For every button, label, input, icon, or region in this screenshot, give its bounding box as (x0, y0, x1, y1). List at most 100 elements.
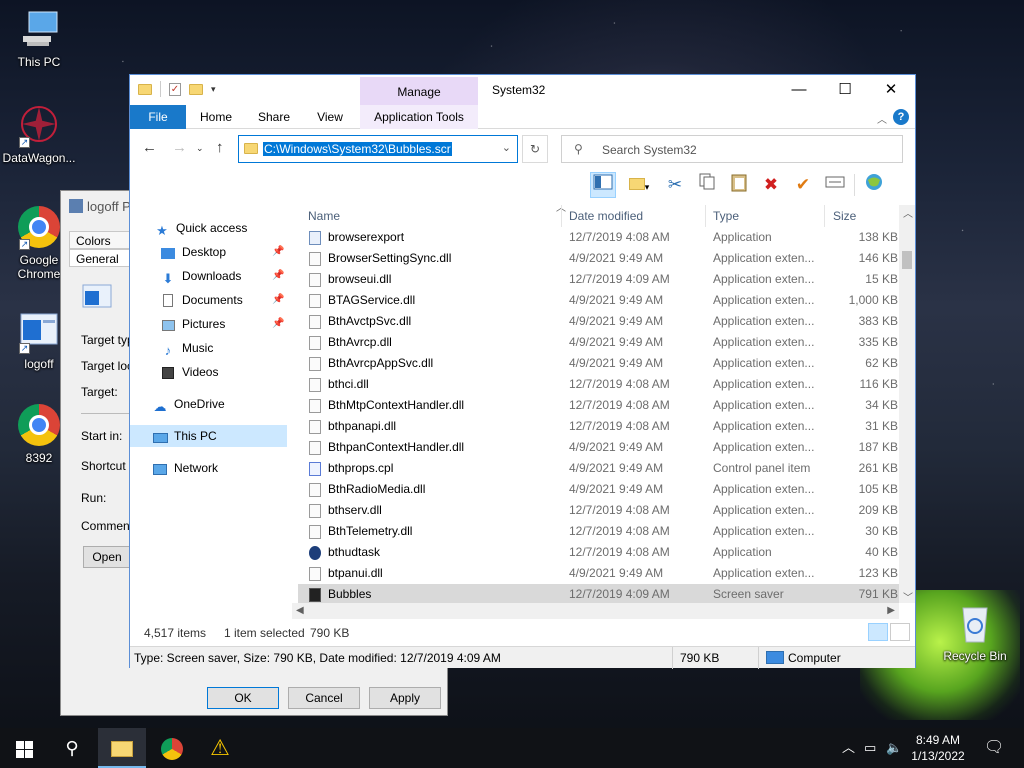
open-file-location-button[interactable]: Open (83, 546, 131, 568)
file-row[interactable]: BthRadioMedia.dll 4/9/2021 9:49 AM Applica… (298, 479, 899, 500)
back-arrow-icon[interactable]: ← (142, 139, 157, 156)
large-icons-view-icon[interactable] (890, 623, 910, 641)
nav-onedrive[interactable]: ☁ OneDrive (130, 393, 287, 415)
notifications-icon[interactable]: 🗨 (984, 728, 1004, 768)
scrollbar-thumb[interactable] (902, 251, 912, 269)
scroll-up-icon[interactable]: ︿ (903, 205, 913, 220)
warning-icon[interactable]: ⚠ (196, 728, 244, 768)
file-row[interactable]: bthci.dll 12/7/2019 4:08 AM Application ex… (298, 374, 899, 395)
tab-application-tools[interactable]: Application Tools (360, 105, 478, 129)
help-icon[interactable]: ? (893, 109, 909, 125)
qat-dropdown-icon[interactable]: ▾ (211, 84, 216, 95)
up-arrow-icon[interactable]: ↑ (216, 139, 224, 156)
file-row[interactable]: bthserv.dll 12/7/2019 4:08 AM Application … (298, 500, 899, 521)
search-box[interactable]: ⚲ Search System32 (561, 135, 903, 163)
desktop-icon-this-pc[interactable]: This PC (0, 8, 78, 69)
file-row[interactable]: bthudtask 12/7/2019 4:08 AM Application 40 … (298, 542, 899, 563)
apply-button[interactable]: Apply (369, 687, 441, 709)
pin-icon[interactable]: 📌 (272, 241, 284, 263)
recent-locations-icon[interactable]: ⌄ (196, 143, 204, 154)
scroll-left-icon[interactable]: ◀ (296, 605, 304, 616)
scroll-down-icon[interactable]: ﹀ (903, 589, 913, 604)
preview-pane-icon[interactable] (590, 172, 616, 198)
address-bar[interactable]: C:\Windows\System32\Bubbles.scr ⌄ (238, 135, 518, 163)
details-view-icon[interactable] (868, 623, 888, 641)
nav-this-pc[interactable]: This PC (130, 425, 287, 447)
paste-icon[interactable] (726, 172, 752, 198)
column-divider[interactable] (705, 205, 706, 227)
network-tray-icon[interactable]: ▭ (864, 728, 876, 768)
start-button[interactable] (0, 728, 48, 768)
chrome-taskbar-icon[interactable] (148, 728, 196, 768)
file-row[interactable]: bthprops.cpl 4/9/2021 9:49 AM Control pane… (298, 458, 899, 479)
nav-music[interactable]: ♪ Music (130, 337, 287, 359)
file-row[interactable]: BTAGService.dll 4/9/2021 9:49 AM Applicati… (298, 290, 899, 311)
file-row[interactable]: browseui.dll 12/7/2019 4:09 AM Application… (298, 269, 899, 290)
column-divider[interactable] (561, 205, 562, 227)
horizontal-scrollbar[interactable]: ◀ ▶ (292, 603, 899, 619)
forward-arrow-icon[interactable]: → (172, 139, 187, 156)
pin-icon[interactable]: 📌 (272, 313, 284, 335)
column-header-type[interactable]: Type (713, 205, 739, 227)
rename-check-icon[interactable]: ✔ (790, 172, 816, 198)
system-clock[interactable]: 8:49 AM 1/13/2022 (906, 732, 970, 764)
properties-check-icon[interactable]: ✓ (169, 82, 181, 96)
nav-documents[interactable]: Documents 📌 (130, 289, 287, 311)
file-row[interactable]: BthMtpContextHandler.dll 12/7/2019 4:08 A… (298, 395, 899, 416)
file-row[interactable]: BthAvrcp.dll 4/9/2021 9:49 AM Application … (298, 332, 899, 353)
nav-videos[interactable]: Videos (130, 361, 287, 383)
address-dropdown-icon[interactable]: ⌄ (502, 141, 511, 154)
desktop-icon-recycle-bin[interactable]: Recycle Bin (936, 602, 1014, 663)
maximize-icon[interactable]: ☐ (822, 75, 868, 105)
nav-desktop[interactable]: Desktop 📌 (130, 241, 287, 263)
tab-share[interactable]: Share (248, 105, 300, 129)
new-folder-icon[interactable]: ▾ (622, 172, 656, 198)
file-name: bthpanapi.dll (328, 419, 397, 433)
file-date: 4/9/2021 9:49 AM (569, 440, 664, 454)
file-row[interactable]: btpanui.dll 4/9/2021 9:49 AM Application e… (298, 563, 899, 584)
column-header-size[interactable]: Size (833, 205, 856, 227)
file-row[interactable]: BthpanContextHandler.dll 4/9/2021 9:49 AM… (298, 437, 899, 458)
minimize-icon[interactable]: — (776, 75, 822, 105)
nav-quick-access[interactable]: ★ Quick access (130, 217, 287, 239)
copy-icon[interactable] (694, 172, 720, 198)
nav-downloads[interactable]: ⬇ Downloads 📌 (130, 265, 287, 287)
pin-icon[interactable]: 📌 (272, 265, 284, 287)
tab-view[interactable]: View (306, 105, 354, 129)
scroll-right-icon[interactable]: ▶ (887, 605, 895, 616)
file-row[interactable]: BthTelemetry.dll 12/7/2019 4:08 AM Applica… (298, 521, 899, 542)
delete-icon[interactable]: ✖ (758, 172, 784, 198)
volume-muted-icon[interactable]: 🔈 (886, 728, 902, 768)
vertical-scrollbar[interactable]: ︿ ﹀ (899, 205, 915, 604)
globe-icon[interactable] (861, 172, 887, 198)
file-row[interactable]: BthAvctpSvc.dll 4/9/2021 9:49 AM Applicati… (298, 311, 899, 332)
file-size: 209 KB (858, 503, 898, 517)
cut-icon[interactable]: ✂ (662, 172, 688, 198)
desktop-icon-datawagon[interactable]: ↗ DataWagon... (0, 104, 78, 165)
address-path[interactable]: C:\Windows\System32\Bubbles.scr (263, 142, 452, 156)
properties-icon[interactable] (822, 172, 848, 198)
nav-pictures[interactable]: Pictures 📌 (130, 313, 287, 335)
nav-network[interactable]: Network (130, 457, 287, 479)
tab-file[interactable]: File (130, 105, 186, 129)
tab-home[interactable]: Home (190, 105, 242, 129)
file-row[interactable]: BrowserSettingSync.dll 4/9/2021 9:49 AM Ap… (298, 248, 899, 269)
close-icon[interactable]: ✕ (868, 75, 914, 105)
file-row[interactable]: BthAvrcpAppSvc.dll 4/9/2021 9:49 AM Applic… (298, 353, 899, 374)
ok-button[interactable]: OK (207, 687, 279, 709)
new-folder-icon[interactable] (189, 83, 203, 95)
file-row[interactable]: browserexport 12/7/2019 4:08 AM Applicatio… (298, 227, 899, 248)
cancel-button[interactable]: Cancel (288, 687, 360, 709)
refresh-icon[interactable]: ↻ (522, 135, 548, 163)
file-row[interactable]: bthpanapi.dll 12/7/2019 4:08 AM Applicatio… (298, 416, 899, 437)
search-icon[interactable]: ⚲ (48, 728, 96, 768)
file-row[interactable]: Bubbles 12/7/2019 4:09 AM Screen saver 791 … (298, 584, 899, 605)
column-header-name[interactable]: Name (308, 205, 340, 227)
tray-chevron-icon[interactable]: ︿ (842, 728, 855, 768)
column-header-date[interactable]: Date modified (569, 205, 643, 227)
pin-icon[interactable]: 📌 (272, 289, 284, 311)
folder-icon[interactable] (138, 83, 152, 95)
file-explorer-taskbar-icon[interactable] (98, 728, 146, 768)
ribbon-collapse-icon[interactable]: ︿ (877, 111, 887, 126)
column-divider[interactable] (824, 205, 825, 227)
